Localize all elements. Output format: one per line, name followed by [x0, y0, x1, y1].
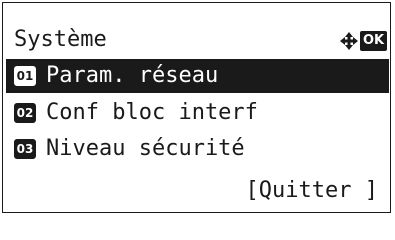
menu-item-number: 03 [14, 139, 36, 159]
menu-item-label: Niveau sécurité [46, 136, 245, 161]
navigation-hint: OK [339, 31, 393, 53]
menu-item-label: Param. réseau [46, 63, 219, 88]
menu-item-number: 01 [14, 66, 36, 86]
ok-key-badge: OK [360, 31, 387, 51]
four-way-arrows-icon [340, 32, 358, 50]
menu-item-niveau-securite[interactable]: 03 Niveau sécurité [6, 132, 389, 166]
menu-item-conf-bloc-interf[interactable]: 02 Conf bloc interf [6, 96, 389, 130]
lcd-panel: Système OK 01 Param. réseau 02 Conf bloc… [2, 2, 391, 213]
menu-item-param-reseau[interactable]: 01 Param. réseau [6, 59, 389, 93]
screen-title: Système [14, 27, 107, 52]
menu-item-number: 02 [14, 103, 36, 123]
quit-softkey[interactable]: [Quitter ] [246, 177, 378, 205]
menu-item-label: Conf bloc interf [46, 100, 258, 125]
